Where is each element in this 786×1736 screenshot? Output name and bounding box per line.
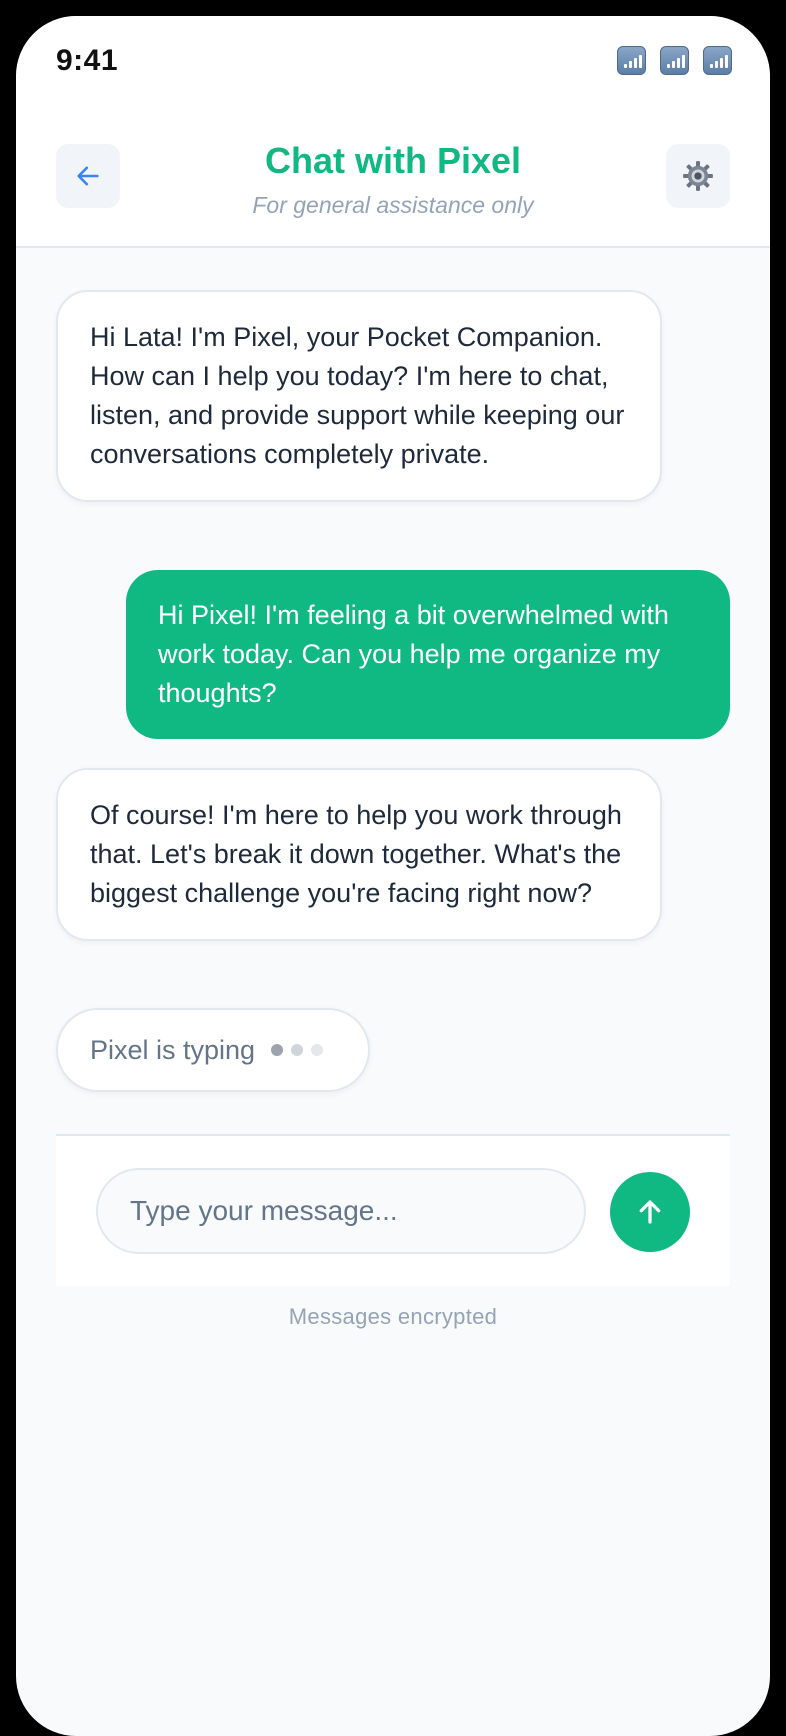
- user-message-bubble: Hi Pixel! I'm feeling a bit overwhelmed …: [126, 570, 730, 739]
- status-icons: [617, 46, 732, 75]
- status-time: 9:41: [56, 44, 119, 77]
- message-input[interactable]: [96, 1168, 586, 1254]
- chat-header: Chat with Pixel For general assistance o…: [16, 104, 770, 248]
- signal-icon: [703, 46, 732, 75]
- bot-message-bubble: Of course! I'm here to help you work thr…: [56, 768, 662, 941]
- typing-dots: [271, 1044, 324, 1056]
- send-button[interactable]: [610, 1172, 690, 1252]
- typing-indicator: Pixel is typing: [56, 1008, 370, 1092]
- phone-screen: 9:41 Chat with Pixel For general assista…: [16, 16, 770, 1736]
- typing-dot: [271, 1044, 284, 1056]
- bot-message-bubble: Hi Lata! I'm Pixel, your Pocket Companio…: [56, 290, 662, 502]
- signal-icon: [660, 46, 689, 75]
- page-subtitle: For general assistance only: [252, 192, 534, 218]
- settings-button[interactable]: [666, 144, 730, 208]
- typing-dot: [291, 1044, 304, 1056]
- encryption-note: Messages encrypted: [288, 1304, 498, 1329]
- gear-icon: [683, 161, 713, 191]
- signal-icon: [617, 46, 646, 75]
- page-title: Chat with Pixel: [264, 140, 522, 181]
- status-bar: 9:41: [16, 16, 770, 104]
- typing-dot: [311, 1044, 324, 1056]
- arrow-up-icon: [639, 1200, 661, 1224]
- message-composer: [56, 1134, 730, 1286]
- typing-indicator-label: Pixel is typing: [90, 1034, 256, 1065]
